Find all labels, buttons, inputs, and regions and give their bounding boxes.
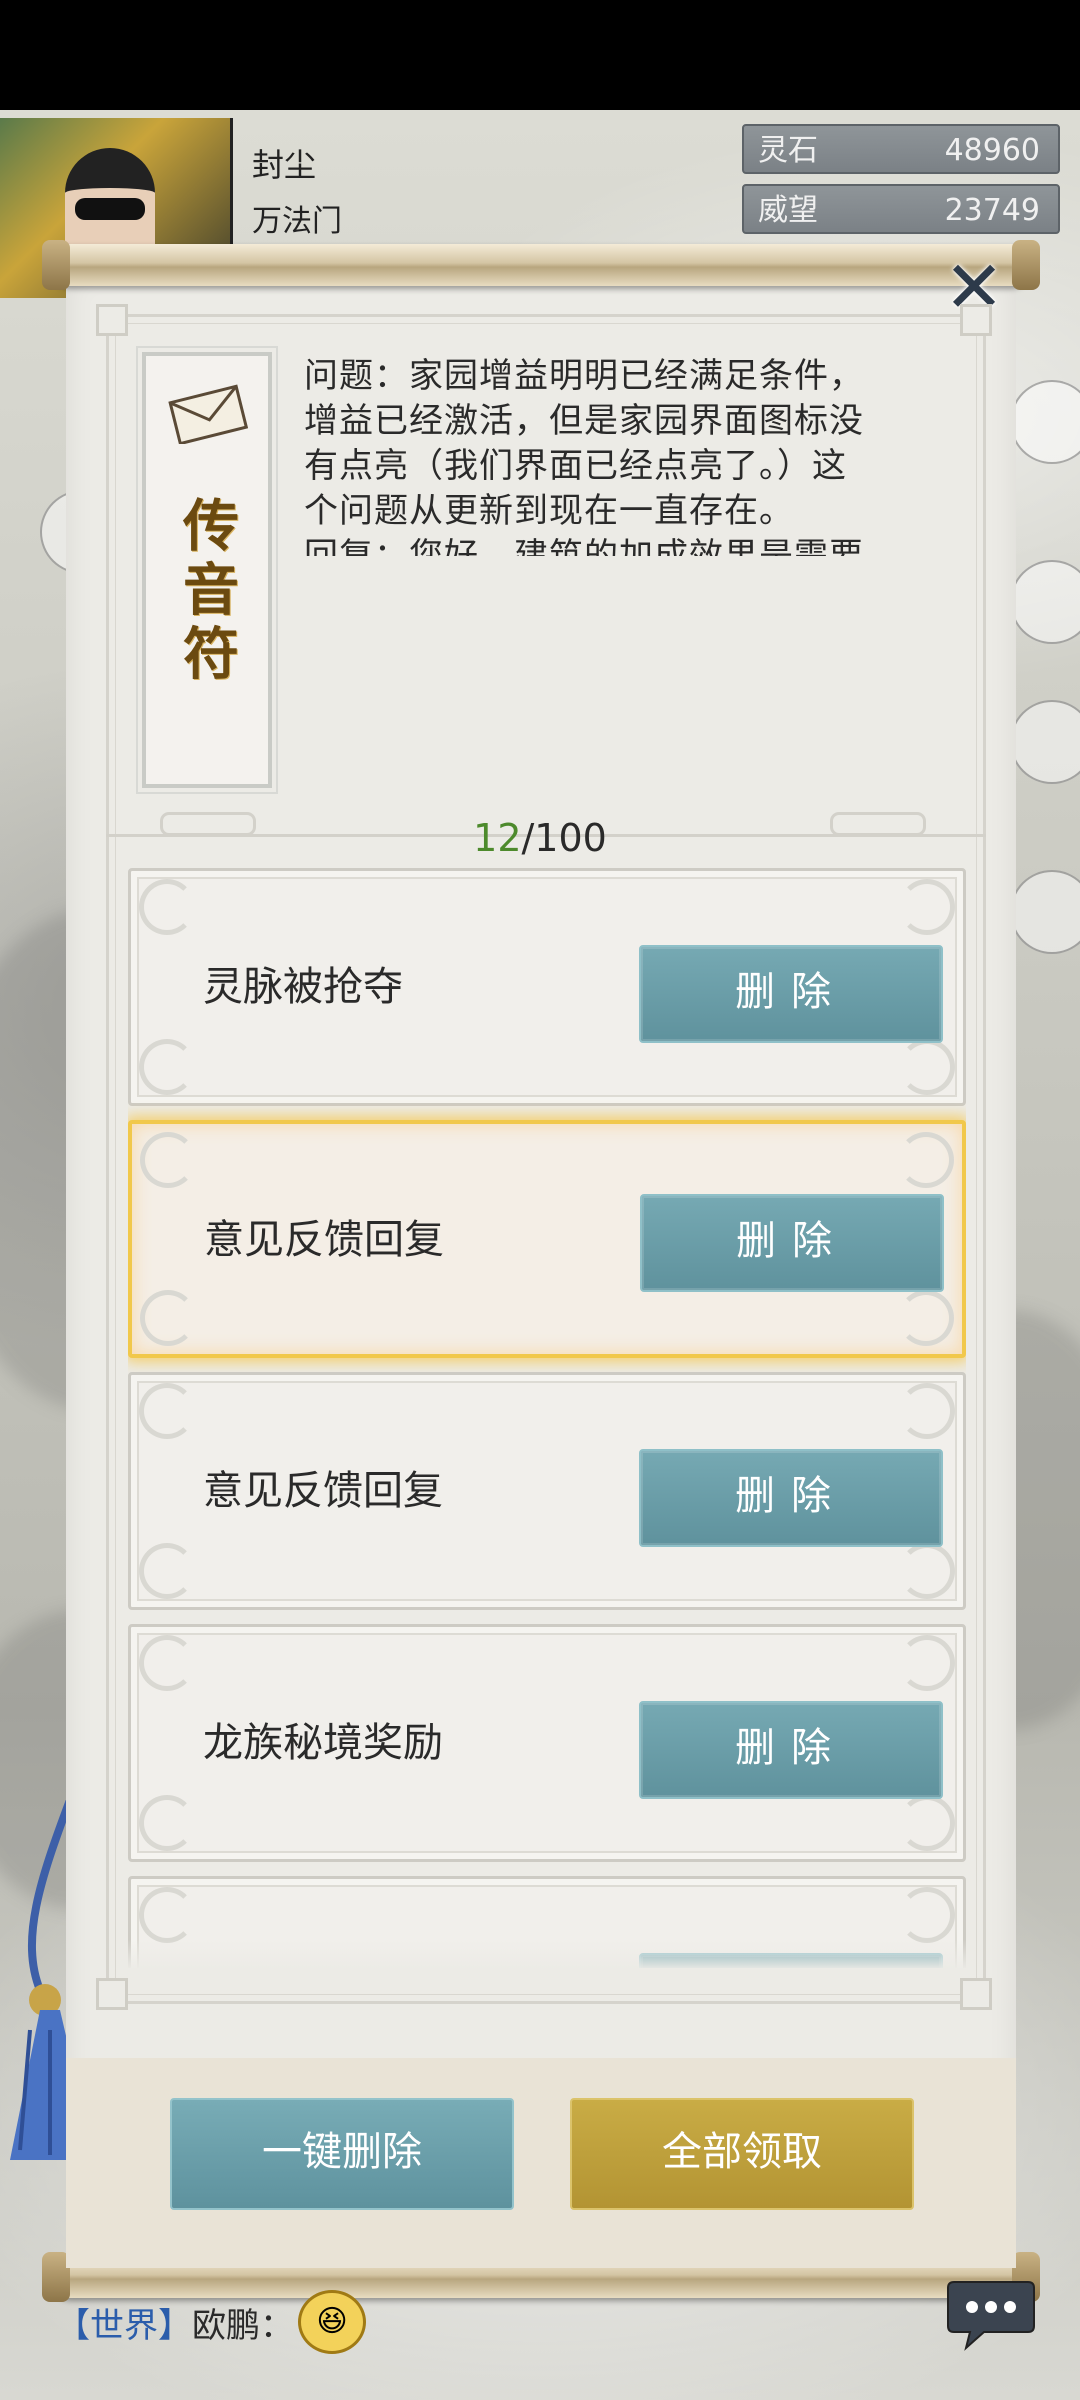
mail-count-current: 12 — [473, 816, 522, 860]
frame-corner — [96, 1978, 128, 2010]
mail-title: 龙族秘境奖励 — [203, 1720, 443, 1766]
delete-all-button[interactable]: 一键删除 — [170, 2098, 514, 2210]
chat-channel: 【世界】 — [56, 2306, 192, 2346]
mail-item[interactable]: 龙族秘境奖励 删除 — [128, 1624, 966, 1862]
delete-button[interactable]: 删除 — [640, 1194, 944, 1292]
mail-item[interactable]: 意见反馈回复 删除 — [128, 1372, 966, 1610]
message-line: 个问题从更新到现在一直存在。 — [304, 491, 794, 531]
player-sect: 万法门 — [252, 204, 342, 239]
frame-corner — [960, 1978, 992, 2010]
mail-item[interactable]: 灵脉被抢夺 删除 — [128, 868, 966, 1106]
mail-count-total: /100 — [521, 816, 607, 860]
message-content[interactable]: 问题：家园增益明明已经满足条件， 增益已经激活，但是家园界面图标没 有点亮（我们… — [304, 354, 940, 556]
mail-counter: 12/100 — [0, 816, 1080, 860]
delete-button[interactable]: 删除 — [639, 1701, 943, 1799]
list-fade — [128, 1940, 966, 1970]
mail-list[interactable]: 灵脉被抢夺 删除 意见反馈回复 删除 意见反馈回复 删除 龙族秘境奖励 删除 — [128, 868, 966, 1968]
tag-title-text: 传音符 — [173, 496, 240, 688]
mail-title: 意见反馈回复 — [204, 1217, 444, 1263]
message-line: 问题：家园增益明明已经满足条件， — [304, 356, 864, 396]
resource-spirit-stone: 灵石 48960 — [742, 124, 1060, 174]
chat-sender: 欧鹏： — [192, 2306, 294, 2346]
mail-item-selected[interactable]: 意见反馈回复 删除 — [128, 1120, 966, 1358]
resource-label: 灵石 — [758, 133, 818, 168]
resource-prestige: 威望 23749 — [742, 184, 1060, 234]
claim-all-button[interactable]: 全部领取 — [570, 2098, 914, 2210]
player-name: 封尘 — [252, 146, 317, 184]
message-line: 有点亮（我们界面已经点亮了。）这 — [304, 446, 847, 486]
resource-value: 48960 — [944, 133, 1040, 168]
envelope-icon — [168, 384, 248, 444]
delete-button[interactable]: 删除 — [639, 945, 943, 1043]
tag-title: 传音符 — [142, 496, 272, 726]
resource-label: 威望 — [758, 193, 818, 228]
delete-button[interactable]: 删除 — [639, 1449, 943, 1547]
frame-corner — [96, 304, 128, 336]
laughing-emoji-icon: 😆 — [298, 2290, 366, 2354]
resource-value: 23749 — [944, 193, 1040, 228]
scroll-rod-top — [42, 240, 1040, 290]
message-line: 回复：您好，建筑的加成效果是需要 — [304, 536, 864, 556]
message-line: 增益已经激活，但是家园界面图标没 — [304, 401, 864, 441]
world-chat-line[interactable]: 【世界】欧鹏： — [56, 2298, 294, 2347]
mail-title: 灵脉被抢夺 — [203, 964, 403, 1010]
chat-bubble-icon[interactable] — [944, 2274, 1038, 2354]
mail-title: 意见反馈回复 — [203, 1468, 443, 1514]
frame-corner — [960, 304, 992, 336]
